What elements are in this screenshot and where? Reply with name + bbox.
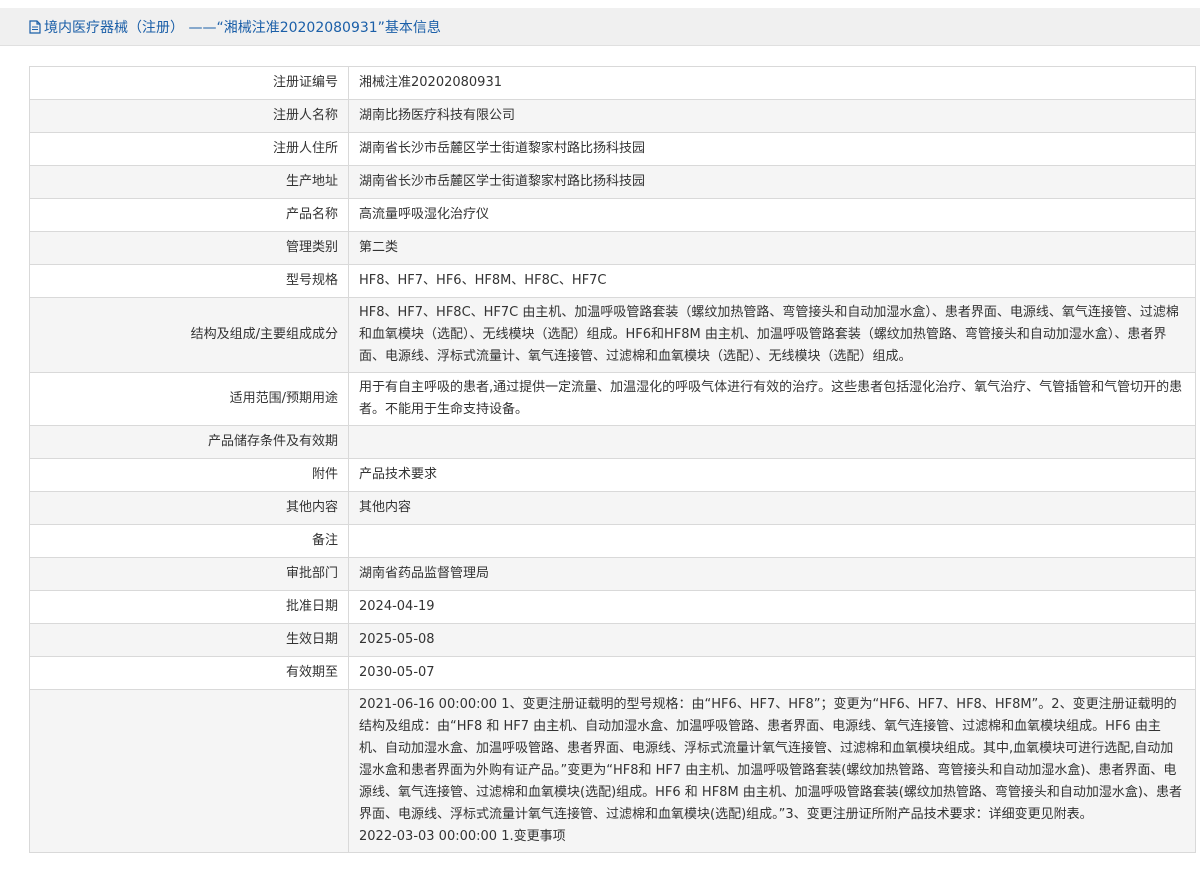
row-label: 注册证编号 bbox=[29, 66, 349, 100]
table-row: 备注 bbox=[29, 524, 1196, 558]
change-entry: 2022-03-03 00:00:00 1.变更事项 bbox=[359, 829, 566, 844]
row-value: HF8、HF7、HF6、HF8M、HF8C、HF7C bbox=[348, 264, 1196, 298]
row-label: 注册人名称 bbox=[29, 99, 349, 133]
row-label: 结构及组成/主要组成成分 bbox=[29, 297, 349, 373]
table-row: 管理类别 第二类 bbox=[29, 231, 1196, 265]
row-value: 湖南省药品监督管理局 bbox=[348, 557, 1196, 591]
row-label: 注册人住所 bbox=[29, 132, 349, 166]
row-label: 产品名称 bbox=[29, 198, 349, 232]
row-label: 生产地址 bbox=[29, 165, 349, 199]
table-row: 型号规格 HF8、HF7、HF6、HF8M、HF8C、HF7C bbox=[29, 264, 1196, 298]
change-history-row: 2021-06-16 00:00:00 1、变更注册证载明的型号规格：由“HF6… bbox=[29, 689, 1196, 853]
page-header: 境内医疗器械（注册） ——“湘械注准20202080931”基本信息 bbox=[0, 8, 1200, 46]
row-value: 产品技术要求 bbox=[348, 458, 1196, 492]
row-label: 产品储存条件及有效期 bbox=[29, 425, 349, 459]
info-table-body: 注册证编号 湘械注准20202080931 注册人名称 湖南比扬医疗科技有限公司 注册人… bbox=[29, 66, 1196, 853]
table-row: 结构及组成/主要组成成分 HF8、HF7、HF8C、HF7C 由主机、加温呼吸管路… bbox=[29, 297, 1196, 373]
row-value bbox=[348, 524, 1196, 558]
row-value: 2024-04-19 bbox=[348, 590, 1196, 624]
row-value bbox=[348, 425, 1196, 459]
top-gap bbox=[0, 0, 1200, 8]
table-row: 生产地址 湖南省长沙市岳麓区学士街道黎家村路比扬科技园 bbox=[29, 165, 1196, 199]
table-row: 其他内容 其他内容 bbox=[29, 491, 1196, 525]
change-history-value: 2021-06-16 00:00:00 1、变更注册证载明的型号规格：由“HF6… bbox=[348, 689, 1196, 853]
row-value: 湖南比扬医疗科技有限公司 bbox=[348, 99, 1196, 133]
row-label: 适用范围/预期用途 bbox=[29, 372, 349, 426]
row-label: 备注 bbox=[29, 524, 349, 558]
row-value: 湘械注准20202080931 bbox=[348, 66, 1196, 100]
row-value: HF8、HF7、HF8C、HF7C 由主机、加温呼吸管路套装（螺纹加热管路、弯管… bbox=[348, 297, 1196, 373]
row-label: 批准日期 bbox=[29, 590, 349, 624]
row-value: 湖南省长沙市岳麓区学士街道黎家村路比扬科技园 bbox=[348, 165, 1196, 199]
row-label: 有效期至 bbox=[29, 656, 349, 690]
row-value: 第二类 bbox=[348, 231, 1196, 265]
table-row: 适用范围/预期用途 用于有自主呼吸的患者,通过提供一定流量、加温湿化的呼吸气体进行… bbox=[29, 372, 1196, 426]
table-row: 附件 产品技术要求 bbox=[29, 458, 1196, 492]
table-row: 生效日期 2025-05-08 bbox=[29, 623, 1196, 657]
row-label: 其他内容 bbox=[29, 491, 349, 525]
row-value: 高流量呼吸湿化治疗仪 bbox=[348, 198, 1196, 232]
table-row: 产品名称 高流量呼吸湿化治疗仪 bbox=[29, 198, 1196, 232]
table-row: 注册人名称 湖南比扬医疗科技有限公司 bbox=[29, 99, 1196, 133]
row-value: 湖南省长沙市岳麓区学士街道黎家村路比扬科技园 bbox=[348, 132, 1196, 166]
document-icon bbox=[29, 19, 41, 34]
row-label: 附件 bbox=[29, 458, 349, 492]
row-value: 2030-05-07 bbox=[348, 656, 1196, 690]
table-row: 批准日期 2024-04-19 bbox=[29, 590, 1196, 624]
table-row: 注册证编号 湘械注准20202080931 bbox=[29, 66, 1196, 100]
table-row: 审批部门 湖南省药品监督管理局 bbox=[29, 557, 1196, 591]
change-history-label bbox=[29, 689, 349, 853]
row-value: 用于有自主呼吸的患者,通过提供一定流量、加温湿化的呼吸气体进行有效的治疗。这些患… bbox=[348, 372, 1196, 426]
table-row: 产品储存条件及有效期 bbox=[29, 425, 1196, 459]
row-label: 审批部门 bbox=[29, 557, 349, 591]
info-table-wrapper: 注册证编号 湘械注准20202080931 注册人名称 湖南比扬医疗科技有限公司 注册人… bbox=[0, 46, 1200, 853]
table-row: 注册人住所 湖南省长沙市岳麓区学士街道黎家村路比扬科技园 bbox=[29, 132, 1196, 166]
row-label: 管理类别 bbox=[29, 231, 349, 265]
info-table: 注册证编号 湘械注准20202080931 注册人名称 湖南比扬医疗科技有限公司 注册人… bbox=[29, 66, 1196, 853]
page-title: 境内医疗器械（注册） ——“湘械注准20202080931”基本信息 bbox=[44, 19, 441, 36]
row-label: 生效日期 bbox=[29, 623, 349, 657]
row-value: 其他内容 bbox=[348, 491, 1196, 525]
row-value: 2025-05-08 bbox=[348, 623, 1196, 657]
table-row: 有效期至 2030-05-07 bbox=[29, 656, 1196, 690]
change-entry: 2021-06-16 00:00:00 1、变更注册证载明的型号规格：由“HF6… bbox=[359, 697, 1182, 822]
row-label: 型号规格 bbox=[29, 264, 349, 298]
